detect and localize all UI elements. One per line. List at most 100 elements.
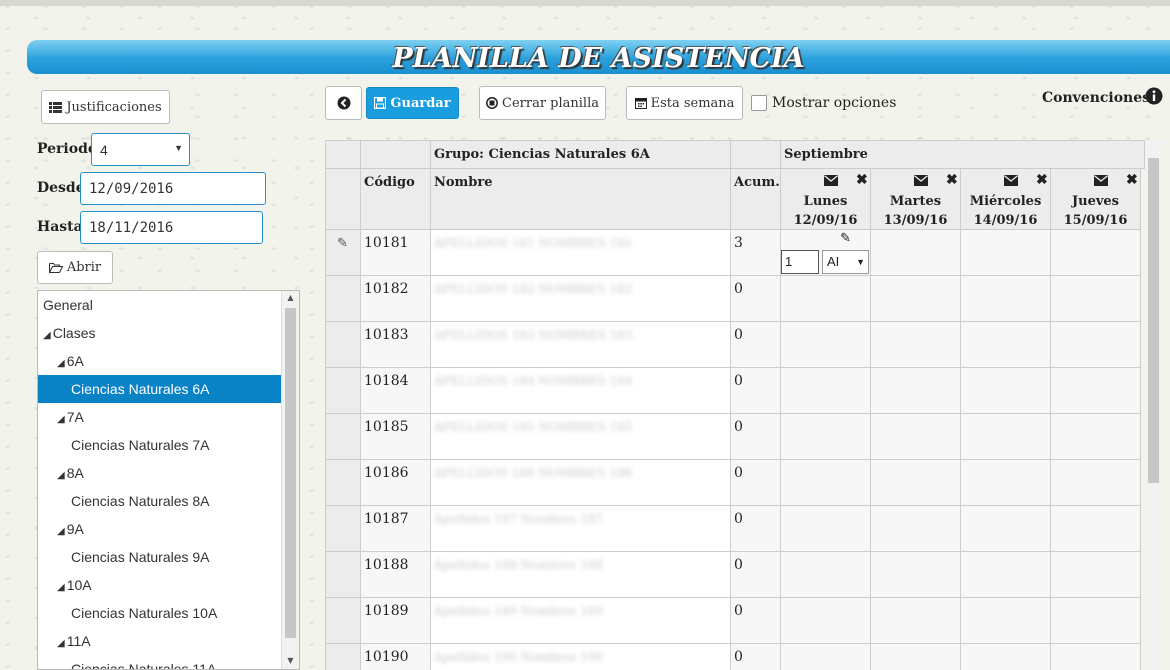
attendance-cell[interactable]: [961, 552, 1051, 598]
mostrar-opciones-checkbox[interactable]: [751, 95, 767, 111]
day-header: ✖ Martes 13/09/16: [871, 169, 961, 230]
tree-item[interactable]: Ciencias Naturales 9A: [38, 543, 299, 571]
attendance-cell[interactable]: [1051, 460, 1141, 506]
tree-toggle-icon[interactable]: ◢: [57, 638, 65, 649]
tree-toggle-icon[interactable]: ◢: [57, 470, 65, 481]
tree-scrollbar[interactable]: ▲ ▼: [281, 291, 299, 669]
attendance-cell[interactable]: [871, 460, 961, 506]
tree-item[interactable]: Ciencias Naturales 6A: [38, 375, 299, 403]
attendance-cell[interactable]: [871, 552, 961, 598]
attendance-cell[interactable]: [871, 644, 961, 670]
attendance-cell[interactable]: [871, 368, 961, 414]
row-edit-cell: [325, 414, 361, 460]
envelope-icon[interactable]: [824, 174, 838, 190]
scroll-up-icon[interactable]: ▲: [282, 293, 299, 302]
tree-item[interactable]: Ciencias Naturales 10A: [38, 599, 299, 627]
attendance-cell[interactable]: [1051, 414, 1141, 460]
attendance-cell[interactable]: [781, 368, 871, 414]
close-icon[interactable]: ✖: [856, 172, 868, 188]
periodo-label: Periodo: [37, 141, 98, 157]
tree-item[interactable]: Ciencias Naturales 11A: [38, 655, 299, 669]
attendance-cell[interactable]: ✎ 1 AI ▼: [781, 230, 871, 276]
tree-toggle-icon[interactable]: ◢: [57, 582, 65, 593]
abrir-button[interactable]: Abrir: [37, 251, 113, 284]
attendance-cell[interactable]: [781, 552, 871, 598]
attendance-cell[interactable]: [1051, 598, 1141, 644]
row-edit-cell[interactable]: ✎: [325, 230, 361, 276]
top-border: [0, 0, 1170, 6]
attendance-cell[interactable]: [1051, 230, 1141, 276]
attendance-cell[interactable]: [1051, 552, 1141, 598]
periodo-value: 4: [100, 141, 108, 158]
tree-toggle-icon[interactable]: ◢: [57, 414, 65, 425]
tree-item[interactable]: ◢ 7A: [38, 403, 299, 431]
tree-item[interactable]: ◢ Clases: [38, 319, 299, 347]
attendance-cell[interactable]: [871, 322, 961, 368]
hasta-label: Hasta: [37, 219, 83, 235]
class-tree[interactable]: General ◢ Clases ◢ 6A Ciencias Naturales 6A ◢ 7…: [37, 290, 300, 670]
guardar-button[interactable]: Guardar: [366, 87, 459, 119]
pencil-icon[interactable]: ✎: [337, 236, 348, 251]
attendance-count-input[interactable]: 1: [781, 250, 819, 274]
envelope-icon[interactable]: [914, 174, 928, 190]
attendance-cell[interactable]: [961, 368, 1051, 414]
close-icon[interactable]: ✖: [1036, 172, 1048, 188]
grid-scroll-thumb[interactable]: [1148, 158, 1159, 483]
info-icon[interactable]: [1145, 87, 1163, 109]
edit-note-icon[interactable]: ✎: [840, 231, 851, 246]
attendance-cell[interactable]: [961, 230, 1051, 276]
attendance-cell[interactable]: [1051, 368, 1141, 414]
cerrar-planilla-button[interactable]: Cerrar planilla: [479, 86, 606, 120]
attendance-cell[interactable]: [961, 322, 1051, 368]
tree-item[interactable]: ◢ 10A: [38, 571, 299, 599]
acum-cell-text: 0: [734, 465, 743, 481]
attendance-cell[interactable]: [781, 460, 871, 506]
attendance-cell[interactable]: [871, 276, 961, 322]
justificaciones-button[interactable]: Justificaciones: [41, 90, 170, 124]
tree-item[interactable]: ◢ 8A: [38, 459, 299, 487]
envelope-icon[interactable]: [1094, 174, 1108, 190]
scroll-down-icon[interactable]: ▼: [282, 656, 299, 665]
periodo-select[interactable]: 4 ▼: [91, 133, 190, 166]
envelope-icon[interactable]: [1004, 174, 1018, 190]
esta-semana-button[interactable]: Esta semana: [626, 86, 743, 120]
attendance-cell[interactable]: [871, 506, 961, 552]
tree-toggle-icon[interactable]: ◢: [43, 330, 51, 341]
tree-item[interactable]: ◢ 6A: [38, 347, 299, 375]
attendance-type-select[interactable]: AI ▼: [822, 250, 869, 274]
back-button[interactable]: [325, 86, 362, 120]
tree-item[interactable]: Ciencias Naturales 8A: [38, 487, 299, 515]
attendance-cell[interactable]: [961, 644, 1051, 670]
attendance-cell[interactable]: [781, 506, 871, 552]
attendance-cell[interactable]: [781, 276, 871, 322]
hasta-field[interactable]: 18/11/2016: [80, 211, 263, 244]
attendance-cell[interactable]: [1051, 644, 1141, 670]
attendance-cell[interactable]: [781, 414, 871, 460]
tree-item[interactable]: ◢ 11A: [38, 627, 299, 655]
attendance-cell[interactable]: [871, 230, 961, 276]
attendance-cell[interactable]: [781, 322, 871, 368]
tree-toggle-icon[interactable]: ◢: [57, 526, 65, 537]
attendance-cell[interactable]: [1051, 506, 1141, 552]
tree-scroll-thumb[interactable]: [285, 308, 296, 638]
tree-item[interactable]: ◢ 9A: [38, 515, 299, 543]
attendance-cell[interactable]: [871, 414, 961, 460]
codigo-cell-text: 10188: [364, 557, 409, 573]
close-icon[interactable]: ✖: [1126, 172, 1138, 188]
close-icon[interactable]: ✖: [946, 172, 958, 188]
attendance-cell[interactable]: [961, 276, 1051, 322]
tree-item[interactable]: General: [38, 291, 299, 319]
attendance-cell[interactable]: [961, 460, 1051, 506]
attendance-cell[interactable]: [1051, 276, 1141, 322]
attendance-cell[interactable]: [961, 598, 1051, 644]
attendance-cell[interactable]: [781, 598, 871, 644]
grid-scrollbar[interactable]: [1145, 140, 1162, 670]
attendance-cell[interactable]: [781, 644, 871, 670]
attendance-cell[interactable]: [961, 414, 1051, 460]
tree-item[interactable]: Ciencias Naturales 7A: [38, 431, 299, 459]
attendance-cell[interactable]: [871, 598, 961, 644]
desde-field[interactable]: 12/09/2016: [80, 172, 266, 205]
tree-toggle-icon[interactable]: ◢: [57, 358, 65, 369]
attendance-cell[interactable]: [961, 506, 1051, 552]
attendance-cell[interactable]: [1051, 322, 1141, 368]
